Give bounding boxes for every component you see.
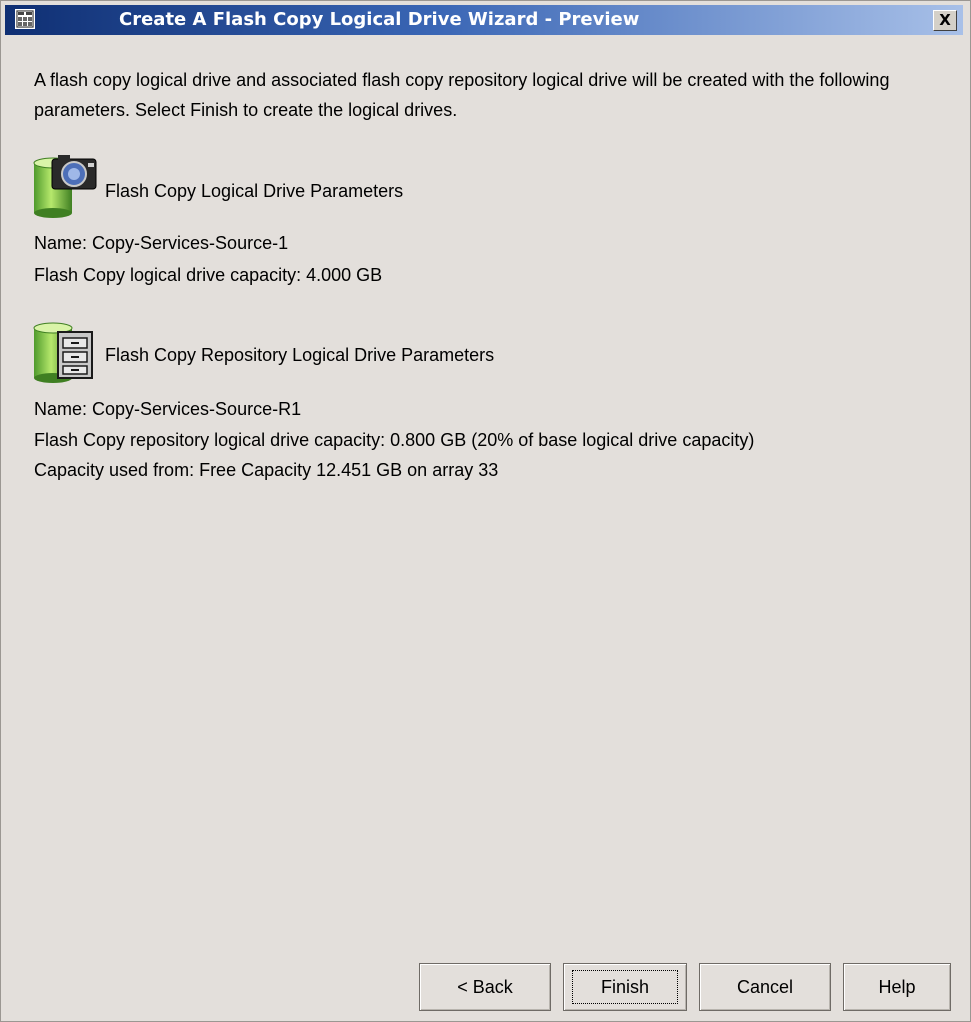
cancel-button[interactable]: Cancel (699, 963, 831, 1011)
flash-copy-section-title: Flash Copy Logical Drive Parameters (105, 181, 404, 201)
help-button[interactable]: Help (843, 963, 951, 1011)
repository-section-title: Flash Copy Repository Logical Drive Para… (105, 345, 495, 365)
flash-copy-name: Name: Copy-Services-Source-1 (34, 233, 289, 253)
repository-capacity-source: Capacity used from: Free Capacity 12.451… (34, 460, 499, 480)
intro-text: A flash copy logical drive and associate… (34, 70, 890, 120)
title-bar[interactable]: Create A Flash Copy Logical Drive Wizard… (5, 5, 963, 35)
back-button[interactable]: < Back (419, 963, 551, 1011)
repository-cabinet-drive-icon (32, 318, 102, 384)
app-grid-icon (15, 9, 35, 29)
repository-capacity: Flash Copy repository logical drive capa… (34, 430, 755, 450)
close-button[interactable]: X (933, 10, 957, 31)
flash-copy-camera-drive-icon (32, 153, 102, 219)
close-icon: X (939, 11, 951, 29)
flash-copy-capacity: Flash Copy logical drive capacity: 4.000… (34, 265, 383, 285)
wizard-window: Create A Flash Copy Logical Drive Wizard… (0, 0, 971, 1022)
repository-name: Name: Copy-Services-Source-R1 (34, 399, 302, 419)
finish-button-label: Finish (572, 970, 678, 1004)
finish-button[interactable]: Finish (563, 963, 687, 1011)
window-title: Create A Flash Copy Logical Drive Wizard… (119, 9, 640, 30)
